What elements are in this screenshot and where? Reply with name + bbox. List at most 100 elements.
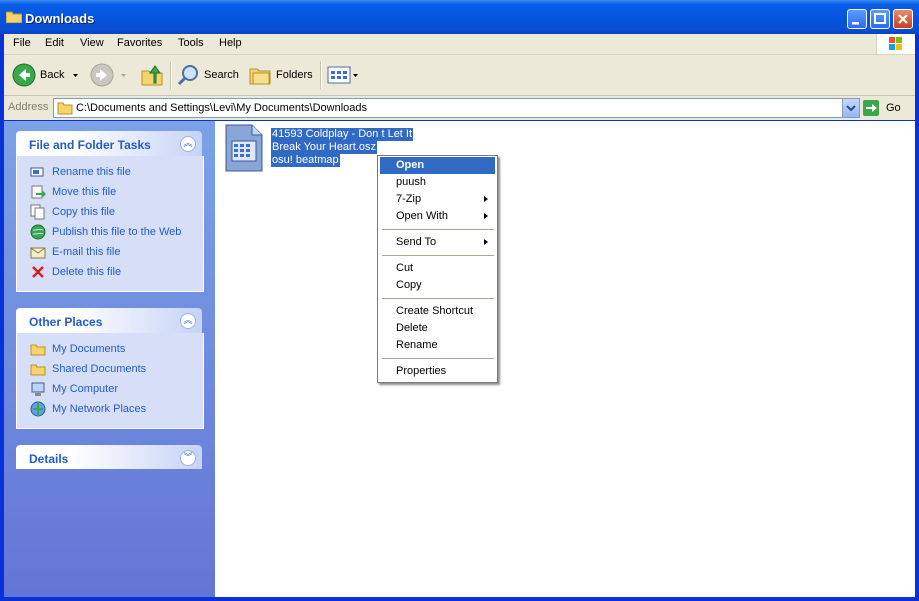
shared-documents-link[interactable]: Shared Documents — [30, 360, 146, 378]
rename-file-link[interactable]: Rename this file — [30, 163, 131, 181]
ctx-send-to-label: Send To — [396, 236, 437, 248]
maximize-icon — [874, 13, 886, 24]
file-tasks-title: File and Folder Tasks — [29, 138, 151, 152]
my-documents-link[interactable]: My Documents — [30, 340, 125, 358]
maximize-button[interactable] — [870, 9, 890, 29]
ctx-copy[interactable]: Copy — [380, 277, 495, 294]
menu-favorites[interactable]: Favorites — [117, 37, 162, 49]
search-label: Search — [204, 69, 239, 81]
menu-file[interactable]: File — [13, 37, 31, 49]
minimize-button[interactable] — [847, 9, 867, 29]
submenu-arrow-icon — [484, 213, 488, 219]
address-path: C:\Documents and Settings\Levi\My Docume… — [76, 102, 368, 114]
task-pane: File and Folder Tasks ︽ Rename this file… — [4, 121, 215, 597]
other-places-title: Other Places — [29, 315, 103, 329]
views-button[interactable] — [327, 61, 361, 89]
menu-separator — [382, 298, 494, 299]
ctx-delete[interactable]: Delete — [380, 320, 495, 337]
publish-file-link[interactable]: Publish this file to the Web — [30, 223, 181, 241]
back-label: Back — [40, 69, 65, 81]
address-input[interactable]: C:\Documents and Settings\Levi\My Docume… — [53, 98, 860, 118]
ctx-cut[interactable]: Cut — [380, 260, 495, 277]
details-header[interactable]: Details ︾ — [16, 445, 202, 469]
web-icon — [30, 224, 46, 240]
up-folder-icon — [141, 65, 163, 86]
ctx-send-to[interactable]: Send To — [380, 234, 495, 251]
folder-icon — [6, 11, 22, 23]
email-file-link[interactable]: E-mail this file — [30, 243, 120, 261]
folder-icon — [30, 344, 46, 356]
ctx-open[interactable]: Open — [380, 157, 495, 174]
go-arrow-icon — [863, 100, 879, 116]
up-folder-button[interactable] — [140, 61, 164, 89]
ctx-create-shortcut[interactable]: Create Shortcut — [380, 303, 495, 320]
ctx-properties[interactable]: Properties — [380, 363, 495, 380]
menu-separator — [382, 358, 494, 359]
toolbar: Back Search Folders — [4, 55, 915, 96]
close-icon — [898, 14, 908, 24]
file-name-line-2: Break Your Heart.osz — [271, 141, 377, 154]
ctx-7zip[interactable]: 7-Zip — [380, 191, 495, 208]
window-title: Downloads — [25, 11, 95, 26]
folder-icon — [57, 102, 73, 115]
menu-edit[interactable]: Edit — [45, 37, 64, 49]
views-icon — [327, 66, 351, 84]
forward-arrow-icon — [90, 63, 114, 87]
folders-button[interactable]: Folders — [248, 61, 313, 89]
forward-button[interactable] — [90, 61, 130, 89]
delete-icon — [32, 266, 44, 278]
my-network-places-link[interactable]: My Network Places — [30, 400, 146, 418]
file-tasks-header[interactable]: File and Folder Tasks ︽ — [16, 131, 202, 156]
close-button[interactable] — [893, 9, 913, 29]
file-tasks-panel: Rename this file Move this file Copy thi… — [16, 156, 204, 292]
ctx-rename[interactable]: Rename — [380, 337, 495, 354]
submenu-arrow-icon — [484, 239, 488, 245]
other-places-header[interactable]: Other Places ︽ — [16, 308, 202, 333]
go-button[interactable]: Go — [862, 98, 912, 118]
menu-view[interactable]: View — [80, 37, 104, 49]
file-type-line: osu! beatmap — [271, 154, 340, 167]
dropdown-arrow-icon[interactable] — [118, 70, 130, 80]
back-arrow-icon — [12, 63, 36, 87]
copy-icon — [30, 204, 45, 220]
address-label: Address — [8, 101, 49, 113]
toolbar-separator — [170, 61, 172, 89]
move-file-label: Move this file — [52, 186, 117, 198]
copy-file-link[interactable]: Copy this file — [30, 203, 115, 221]
email-icon — [30, 247, 46, 259]
back-button[interactable]: Back — [12, 61, 82, 89]
move-file-link[interactable]: Move this file — [30, 183, 116, 201]
folders-icon — [249, 68, 271, 85]
email-file-label: E-mail this file — [52, 246, 121, 258]
address-bar: Address C:\Documents and Settings\Levi\M… — [4, 96, 915, 120]
dropdown-arrow-icon[interactable] — [70, 70, 82, 80]
ctx-puush[interactable]: puush — [380, 174, 495, 191]
collapse-icon[interactable]: ︽ — [180, 313, 196, 329]
osz-file-icon — [225, 124, 263, 172]
rename-file-label: Rename this file — [52, 166, 131, 178]
folder-icon — [30, 364, 46, 376]
dropdown-arrow-icon[interactable] — [351, 70, 361, 80]
menu-separator — [382, 229, 494, 230]
network-icon — [30, 401, 46, 417]
chevron-down-icon — [846, 105, 856, 112]
folders-label: Folders — [276, 69, 313, 81]
title-bar[interactable]: Downloads — [0, 0, 919, 34]
expand-icon[interactable]: ︾ — [180, 450, 196, 466]
windows-flag-icon — [889, 37, 902, 50]
my-computer-link[interactable]: My Computer — [30, 380, 118, 398]
copy-file-label: Copy this file — [52, 206, 115, 218]
my-documents-label: My Documents — [52, 343, 126, 355]
file-list-view[interactable]: 41593 Coldplay - Don t Let It Break Your… — [215, 121, 915, 597]
submenu-arrow-icon — [484, 196, 488, 202]
menu-help[interactable]: Help — [219, 37, 242, 49]
ctx-open-with[interactable]: Open With — [380, 208, 495, 225]
collapse-icon[interactable]: ︽ — [180, 136, 196, 152]
ctx-open-with-label: Open With — [396, 210, 448, 222]
address-dropdown-button[interactable] — [842, 99, 859, 117]
menu-tools[interactable]: Tools — [178, 37, 204, 49]
search-icon — [177, 65, 198, 86]
delete-file-link[interactable]: Delete this file — [30, 263, 121, 281]
search-button[interactable]: Search — [176, 61, 239, 89]
shared-documents-label: Shared Documents — [52, 363, 147, 375]
